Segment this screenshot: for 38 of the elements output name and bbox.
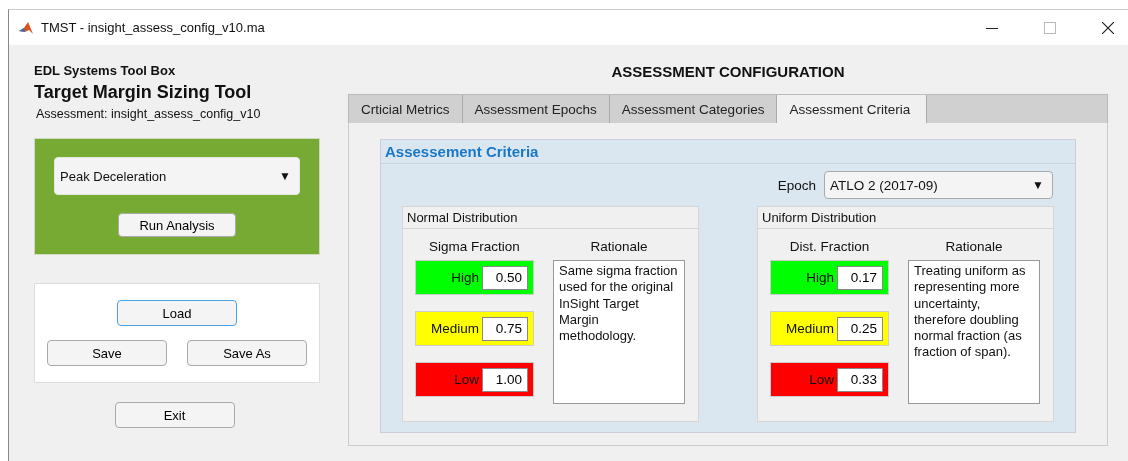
column-label: Dist. Fraction (788, 239, 871, 254)
section-heading: ASSESSMENT CONFIGURATION (610, 63, 846, 80)
load-button[interactable]: Load (117, 300, 237, 326)
toolbox-label: EDL Systems Tool Box (34, 63, 177, 78)
group-title: Uniform Distribution (758, 207, 1053, 229)
save-as-button[interactable]: Save As (187, 340, 307, 366)
group-title: Normal Distribution (403, 207, 698, 229)
level-input[interactable]: 1.00 (482, 367, 528, 392)
level-input[interactable]: 0.50 (482, 265, 528, 290)
level-input[interactable]: 0.75 (482, 316, 528, 341)
level-input[interactable]: 0.17 (837, 265, 883, 290)
tab[interactable]: Crticial Metrics (349, 95, 463, 123)
column-label: Rationale (589, 239, 649, 254)
level-label: Low (454, 372, 479, 387)
level-label: Medium (786, 321, 834, 336)
tab[interactable]: Assessment Epochs (462, 95, 610, 123)
epoch-label: Epoch (777, 177, 816, 193)
assessment-label: Assessment: insight_assess_config_v10 (36, 107, 262, 121)
metric-dropdown[interactable]: Peak Deceleration ▼ (54, 157, 300, 195)
level-label: Medium (431, 321, 479, 336)
rationale-text-area[interactable]: Same sigma fraction used for the original InSight Target Margin methodology. (553, 260, 685, 404)
level-input[interactable]: 0.25 (837, 316, 883, 341)
panel-title: Assessement Criteria (381, 140, 1075, 164)
epoch-dropdown[interactable]: ATLO 2 (2017-09) ▼ (824, 171, 1053, 199)
level-label: Low (809, 372, 834, 387)
save-button[interactable]: Save (47, 340, 167, 366)
window-title: TMST - insight_assess_config_v10.ma (41, 20, 265, 35)
close-icon[interactable] (1102, 21, 1114, 34)
column-label: Rationale (944, 239, 1004, 254)
column-label: Sigma Fraction (428, 239, 521, 254)
exit-button[interactable]: Exit (114, 402, 235, 428)
level-label: High (451, 270, 479, 285)
tab[interactable]: Assessment Criteria (777, 95, 928, 123)
level-input[interactable]: 0.33 (837, 367, 883, 392)
rationale-text-area[interactable]: Treating uniform as representing more uncertainty, therefore doubling normal fraction (as fraction of span). (908, 260, 1040, 404)
level-label: High (806, 270, 834, 285)
tool-title: Target Margin Sizing Tool (34, 82, 253, 103)
run-analysis-button[interactable]: Run Analysis (118, 213, 236, 237)
